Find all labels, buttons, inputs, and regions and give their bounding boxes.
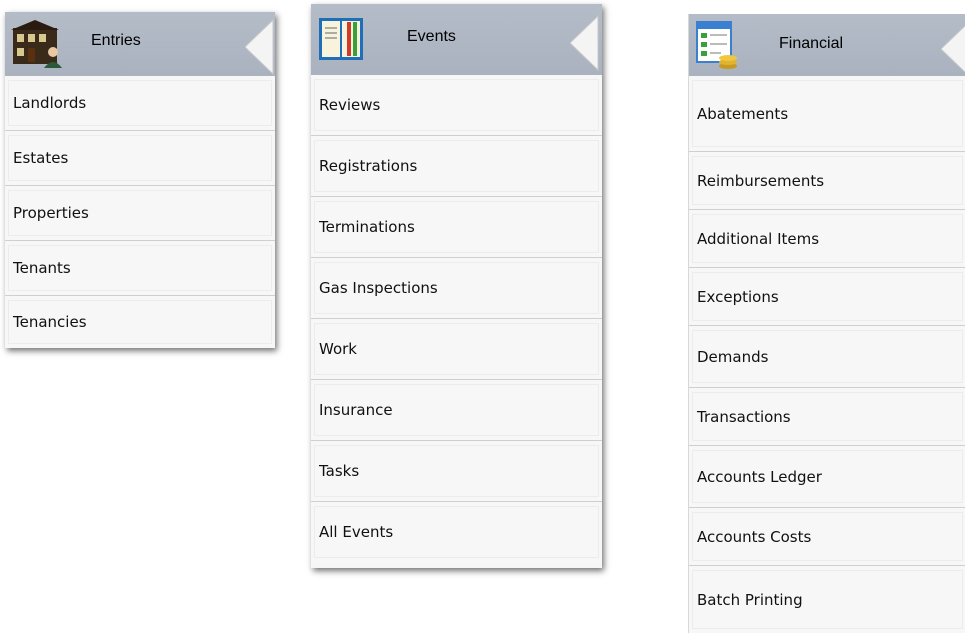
menu-item-demands[interactable]: Demands [689, 326, 965, 388]
events-title: Events [407, 28, 456, 45]
houses-person-icon [11, 20, 62, 68]
menu-item-reviews[interactable]: Reviews [311, 75, 602, 136]
collapse-arrow-icon[interactable] [245, 18, 275, 76]
calendar-book-icon [319, 18, 363, 60]
menu-item-properties[interactable]: Properties [5, 186, 275, 241]
financial-title: Financial [779, 35, 844, 52]
menu-item-tasks[interactable]: Tasks [311, 441, 602, 502]
menu-item-exceptions[interactable]: Exceptions [689, 268, 965, 326]
entries-title: Entries [91, 32, 141, 49]
menu-item-insurance[interactable]: Insurance [311, 380, 602, 441]
menu-item-work[interactable]: Work [311, 319, 602, 380]
menu-item-additional-items[interactable]: Additional Items [689, 210, 965, 268]
events-header[interactable]: Events [311, 4, 602, 75]
financial-header[interactable]: Financial [689, 14, 965, 76]
menu-item-landlords[interactable]: Landlords [5, 76, 275, 131]
menu-item-gas-inspections[interactable]: Gas Inspections [311, 258, 602, 319]
collapse-arrow-icon[interactable] [941, 20, 965, 78]
ledger-coins-icon [696, 21, 737, 69]
collapse-arrow-icon[interactable] [570, 14, 600, 72]
menu-item-tenants[interactable]: Tenants [5, 241, 275, 296]
menu-item-transactions[interactable]: Transactions [689, 388, 965, 446]
events-panel: Events Reviews Registrations Termination… [311, 4, 602, 568]
menu-item-registrations[interactable]: Registrations [311, 136, 602, 197]
menu-item-tenancies[interactable]: Tenancies [5, 296, 275, 348]
menu-item-accounts-costs[interactable]: Accounts Costs [689, 508, 965, 566]
entries-panel: Entries Landlords Estates Properties Ten… [5, 12, 275, 348]
entries-header[interactable]: Entries [5, 12, 275, 76]
financial-panel: Financial Abatements Reimbursements Addi… [688, 14, 965, 633]
menu-item-accounts-ledger[interactable]: Accounts Ledger [689, 446, 965, 508]
menu-item-reimbursements[interactable]: Reimbursements [689, 152, 965, 210]
menu-item-abatements[interactable]: Abatements [689, 76, 965, 152]
menu-item-terminations[interactable]: Terminations [311, 197, 602, 258]
menu-item-estates[interactable]: Estates [5, 131, 275, 186]
menu-item-batch-printing[interactable]: Batch Printing [689, 566, 965, 633]
menu-item-all-events[interactable]: All Events [311, 502, 602, 562]
